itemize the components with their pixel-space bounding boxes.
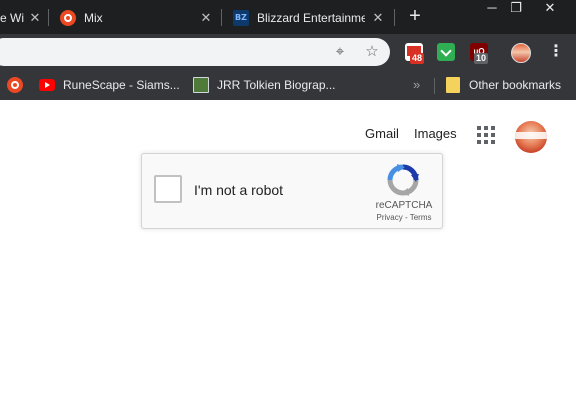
close-icon[interactable]: ✕	[371, 11, 385, 25]
new-tab-button[interactable]: +	[405, 6, 425, 26]
bookmarks-divider	[434, 78, 435, 94]
recaptcha-checkbox[interactable]	[154, 175, 182, 203]
bookmarks-overflow-icon[interactable]: »	[413, 76, 420, 94]
profile-avatar[interactable]	[511, 43, 531, 63]
tab-divider	[48, 9, 49, 26]
book-icon	[193, 77, 209, 93]
close-window-button[interactable]: ✕	[538, 0, 562, 18]
recaptcha-label: I'm not a robot	[194, 182, 284, 198]
account-avatar[interactable]	[515, 121, 547, 153]
close-icon[interactable]: ✕	[199, 11, 213, 25]
other-bookmarks-label: Other bookmarks	[469, 78, 562, 92]
recaptcha-footer: Privacy - Terms	[372, 213, 436, 222]
privacy-link[interactable]: Privacy	[377, 213, 403, 222]
stumbleupon-icon	[60, 10, 76, 26]
tab-title: Blizzard Entertainme	[257, 11, 365, 25]
gmail-badge: 48	[410, 53, 425, 64]
terms-link[interactable]: Terms	[410, 213, 432, 222]
ublock-badge: 10	[474, 53, 489, 64]
bookmark-label: RuneScape - Siams...	[63, 78, 180, 92]
star-icon[interactable]: ☆	[364, 44, 380, 60]
location-icon[interactable]: ⌖	[332, 44, 348, 60]
gmail-link[interactable]: Gmail	[365, 126, 399, 141]
address-bar[interactable]: ⌖ ☆	[0, 38, 390, 66]
menu-icon[interactable]: ⋮	[548, 42, 564, 62]
bookmark-label: JRR Tolkien Biograp...	[217, 78, 336, 92]
close-icon[interactable]: ✕	[28, 11, 42, 25]
tab-blizzard[interactable]: BZ Blizzard Entertainme ✕	[233, 2, 393, 34]
browser-toolbar: ⌖ ☆ 48 uO 10 ⋮	[0, 34, 576, 70]
page-content: Gmail Images I'm not a robot reCAPTCHA P…	[0, 100, 576, 401]
recaptcha-logo-icon	[387, 164, 419, 196]
tab-strip: e Wi ✕ Mix ✕ BZ Blizzard Entertainme ✕ +…	[0, 0, 576, 34]
bookmarks-bar: RuneScape - Siams... JRR Tolkien Biograp…	[0, 70, 576, 100]
minimize-button[interactable]: ─	[480, 0, 504, 18]
bookmark-tolkien[interactable]: JRR Tolkien Biograp...	[193, 76, 336, 94]
recaptcha-widget: I'm not a robot reCAPTCHA Privacy - Term…	[141, 153, 443, 229]
tab-partial[interactable]: e Wi ✕	[0, 2, 44, 34]
restore-button[interactable]: ❐	[504, 0, 528, 18]
other-bookmarks[interactable]: Other bookmarks	[446, 76, 561, 94]
ublock-extension-icon[interactable]: uO 10	[470, 43, 489, 64]
folder-icon	[446, 77, 460, 93]
blizzard-icon: BZ	[233, 10, 249, 26]
tab-divider	[394, 9, 395, 26]
footer-separator: -	[402, 213, 410, 222]
apps-grid-icon[interactable]	[477, 126, 495, 144]
pocket-extension-icon[interactable]	[437, 43, 455, 61]
bookmark-runescape[interactable]: RuneScape - Siams...	[39, 76, 180, 94]
tab-divider	[221, 9, 222, 26]
images-link[interactable]: Images	[414, 126, 457, 141]
tab-mix[interactable]: Mix ✕	[60, 2, 220, 34]
youtube-icon	[39, 79, 55, 91]
tab-title: Mix	[84, 11, 103, 25]
bookmark-stumbleupon[interactable]	[7, 76, 31, 94]
stumbleupon-icon	[7, 77, 23, 93]
tab-title: e Wi	[0, 11, 24, 25]
gmail-extension-icon[interactable]: 48	[405, 43, 425, 64]
recaptcha-brand: reCAPTCHA	[375, 200, 433, 211]
